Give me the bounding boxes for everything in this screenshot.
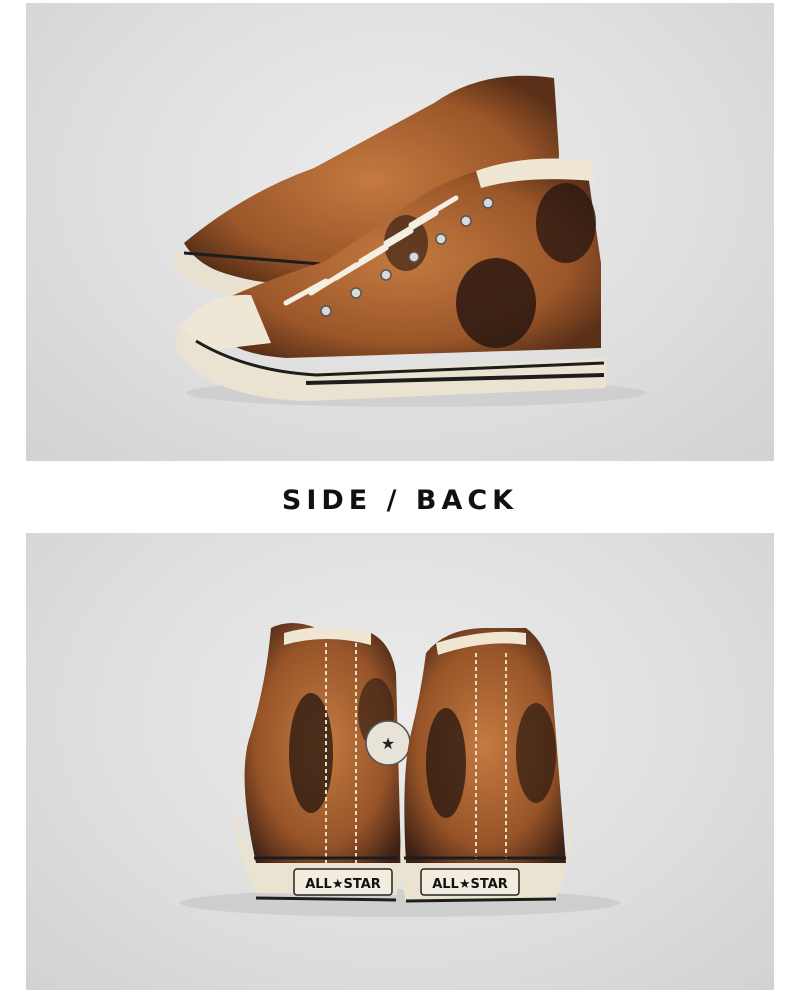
sneaker-left-back: ★ ALL★STAR xyxy=(231,623,411,902)
heel-label-left: ALL★STAR xyxy=(305,877,381,892)
sneaker-side-photo xyxy=(26,3,774,461)
section-heading: SIDE / BACK xyxy=(281,484,519,516)
svg-text:★: ★ xyxy=(381,734,395,753)
sneaker-right-back: ALL★STAR xyxy=(400,628,572,903)
heel-label-right: ALL★STAR xyxy=(432,877,508,892)
sneaker-back-photo: ★ ALL★STAR ALL★STAR xyxy=(26,533,774,990)
